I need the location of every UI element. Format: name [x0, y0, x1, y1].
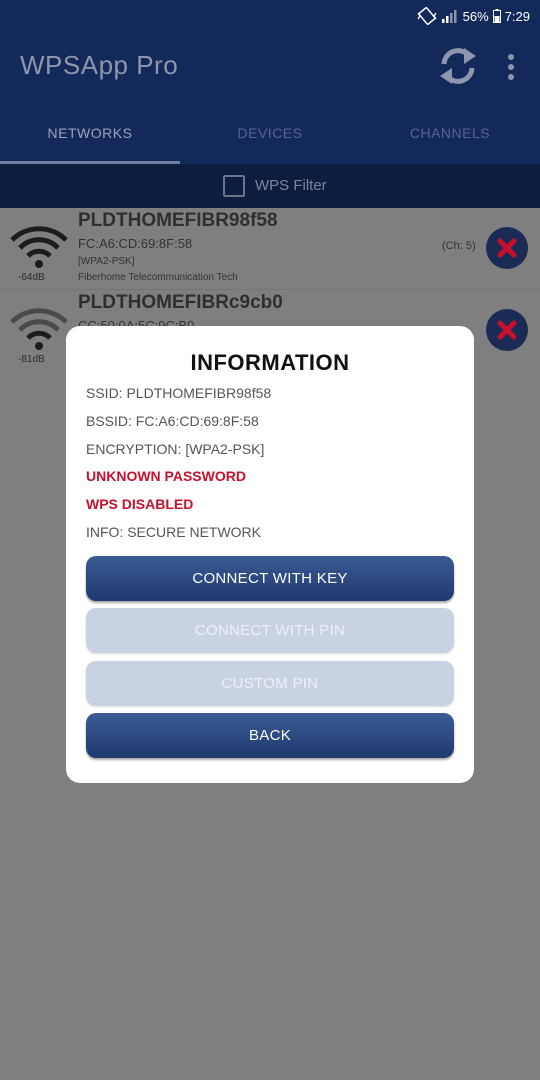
information-dialog: INFORMATION SSID: PLDTHOMEFIBR98f58 BSSI… — [66, 326, 474, 783]
refresh-icon[interactable] — [436, 44, 480, 88]
connect-with-pin-button[interactable]: CONNECT WITH PIN — [86, 608, 454, 653]
wifi-signal-icon — [10, 226, 68, 268]
wps-filter-label[interactable]: WPS Filter — [255, 177, 327, 194]
vibrate-icon — [417, 7, 437, 25]
tab-devices[interactable]: DEVICES — [180, 112, 360, 164]
wifi-signal-icon — [10, 308, 68, 350]
battery-level: 56% — [462, 8, 489, 24]
back-button[interactable]: BACK — [86, 713, 454, 758]
network-ssid: PLDTHOMEFIBRc9cb0 — [78, 292, 283, 313]
network-vendor: Fiberhome Telecommunication Tech — [78, 272, 238, 283]
custom-pin-button[interactable]: CUSTOM PIN — [86, 661, 454, 706]
wps-locked-button[interactable] — [486, 227, 528, 269]
more-options-icon[interactable] — [500, 50, 522, 84]
wps-filter-checkbox[interactable] — [223, 175, 245, 197]
wps-status: WPS DISABLED — [86, 496, 194, 512]
password-status: UNKNOWN PASSWORD — [86, 468, 246, 484]
app-title: WPSApp Pro — [20, 50, 179, 80]
signal-icon — [441, 10, 457, 23]
tab-bar: NETWORKS DEVICES CHANNELS — [0, 112, 540, 164]
dialog-bssid: BSSID: FC:A6:CD:69:8F:58 — [86, 413, 259, 429]
network-encryption: [WPA2-PSK] — [78, 256, 135, 267]
network-channel: (Ch: 5) — [442, 240, 476, 252]
connect-with-key-button[interactable]: CONNECT WITH KEY — [86, 556, 454, 601]
status-bar: 56% 7:29 — [0, 0, 540, 32]
close-icon — [497, 238, 517, 258]
clock: 7:29 — [504, 8, 530, 24]
tab-channels[interactable]: CHANNELS — [360, 112, 540, 164]
network-row[interactable]: -64dB PLDTHOMEFIBR98f58 FC:A6:CD:69:8F:5… — [0, 208, 540, 290]
signal-strength: -64dB — [18, 272, 45, 283]
dialog-title: INFORMATION — [190, 350, 350, 375]
network-bssid: FC:A6:CD:69:8F:58 — [78, 236, 193, 251]
network-ssid: PLDTHOMEFIBR98f58 — [78, 210, 278, 231]
close-icon — [497, 320, 517, 340]
signal-strength: -81dB — [18, 354, 45, 365]
dialog-encryption: ENCRYPTION: [WPA2-PSK] — [86, 441, 265, 457]
dialog-info: INFO: SECURE NETWORK — [86, 524, 262, 540]
battery-icon — [492, 9, 501, 23]
dialog-ssid: SSID: PLDTHOMEFIBR98f58 — [86, 385, 272, 401]
wps-locked-button[interactable] — [486, 309, 528, 351]
tab-networks[interactable]: NETWORKS — [0, 112, 180, 164]
